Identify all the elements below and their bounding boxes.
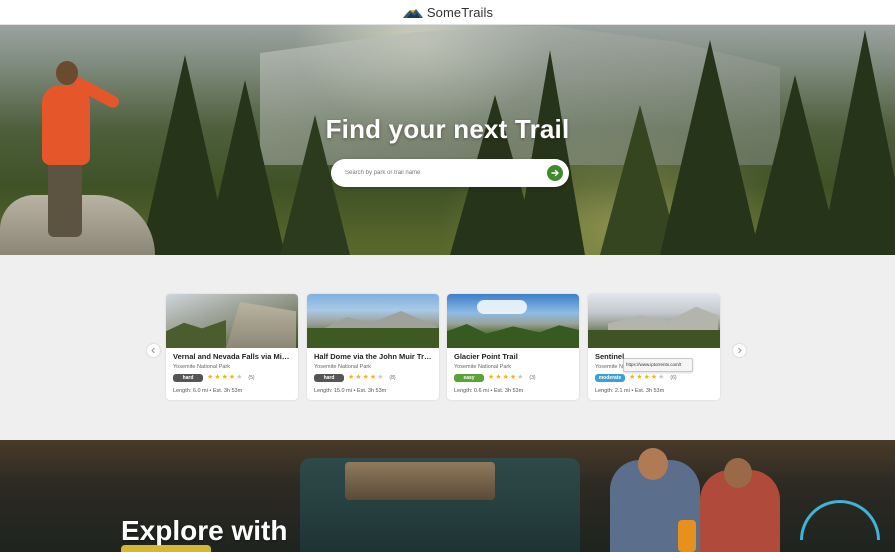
star-icon: ★: [643, 374, 650, 381]
hero-title: Find your next Trail: [325, 114, 570, 144]
person-figure: [700, 458, 780, 552]
rating-stars: ★ ★ ★ ★ ★: [207, 374, 242, 381]
star-icon: ★: [221, 374, 228, 381]
trail-card-image: [307, 294, 439, 348]
star-icon: ★: [207, 374, 214, 381]
chevron-right-icon: [738, 347, 742, 354]
water-bottle: [678, 520, 696, 552]
star-icon: ★: [377, 374, 384, 381]
star-icon: ★: [650, 374, 658, 381]
brand-name: SomeTrails: [426, 4, 494, 20]
link-tooltip: https://www.iptorrents.com/t: [623, 358, 693, 372]
review-count: (6): [670, 374, 677, 381]
trail-card-title: Glacier Point Trail: [454, 352, 518, 361]
star-icon: ★: [629, 374, 636, 381]
trail-card-park: Yosemite National Park: [314, 364, 371, 370]
rating-stars: ★ ★ ★ ★ ★: [629, 374, 664, 381]
trail-card-title: Vernal and Nevada Falls via Mis...: [173, 352, 291, 361]
star-icon: ★: [658, 374, 665, 381]
star-icon: ★: [636, 374, 643, 381]
trail-card-title: Half Dome via the John Muir Tra...: [314, 352, 432, 361]
search-submit-button[interactable]: [547, 165, 563, 181]
trail-card-length: Length: 6.0 mi • Est. 3h 53m: [173, 388, 243, 394]
hiker-figure: [34, 57, 121, 237]
trail-card[interactable]: Glacier Point Trail Yosemite National Pa…: [447, 294, 579, 400]
difficulty-badge: moderate: [595, 373, 625, 382]
carousel-prev-button[interactable]: [147, 344, 160, 357]
truck-image: [300, 458, 580, 552]
trail-card-park: Yosemite National Park: [173, 364, 230, 370]
rating-stars: ★ ★ ★ ★ ★: [348, 374, 383, 381]
star-icon: ★: [495, 374, 502, 381]
hero-banner: Find your next Trail: [0, 25, 895, 255]
trail-card-image: [447, 294, 579, 348]
trail-card-image: [166, 294, 298, 348]
trail-card-image: [588, 294, 720, 348]
trail-card[interactable]: Half Dome via the John Muir Tra... Yosem…: [307, 294, 439, 400]
difficulty-badge: easy: [454, 373, 484, 382]
star-icon: ★: [236, 374, 243, 381]
star-icon: ★: [369, 374, 377, 381]
trail-card[interactable]: Vernal and Nevada Falls via Mis... Yosem…: [166, 294, 298, 400]
top-navbar: SomeTrails: [0, 0, 895, 25]
bicycle-figure: [800, 500, 880, 540]
explore-title: Explore with: [121, 515, 288, 546]
star-icon: ★: [488, 374, 495, 381]
star-icon: ★: [228, 374, 236, 381]
search-input[interactable]: [345, 170, 535, 176]
star-icon: ★: [348, 374, 355, 381]
trail-card-length: Length: 2.1 mi • Est. 3h 53m: [595, 388, 665, 394]
review-count: (8): [389, 374, 396, 381]
arrow-right-icon: [551, 169, 559, 177]
difficulty-badge: hard: [173, 373, 203, 382]
site-logo[interactable]: SomeTrails: [402, 5, 493, 20]
explore-banner: Explore with: [0, 440, 895, 552]
trail-card-length: Length: 15.0 mi • Est. 3h 53m: [314, 388, 387, 394]
trail-card[interactable]: Sentinel Yosemite N moderate ★ ★ ★ ★ ★ (6) L…: [588, 294, 720, 400]
review-count: (5): [248, 374, 255, 381]
star-icon: ★: [214, 374, 221, 381]
chevron-left-icon: [151, 347, 155, 354]
trail-card-length: Length: 0.6 mi • Est. 3h 53m: [454, 388, 524, 394]
star-icon: ★: [355, 374, 362, 381]
trail-carousel: Vernal and Nevada Falls via Mis... Yosem…: [0, 255, 895, 440]
carousel-next-button[interactable]: [733, 344, 746, 357]
star-icon: ★: [509, 374, 517, 381]
rating-stars: ★ ★ ★ ★ ★: [488, 374, 523, 381]
trail-card-park: Yosemite National Park: [454, 364, 511, 370]
difficulty-badge: hard: [314, 373, 344, 382]
review-count: (3): [529, 374, 536, 381]
star-icon: ★: [362, 374, 369, 381]
search-bar: [331, 159, 569, 187]
star-icon: ★: [517, 374, 524, 381]
explore-subtitle-fragment: [121, 545, 211, 552]
mountain-sun-logo-icon: [402, 9, 423, 18]
star-icon: ★: [502, 374, 509, 381]
